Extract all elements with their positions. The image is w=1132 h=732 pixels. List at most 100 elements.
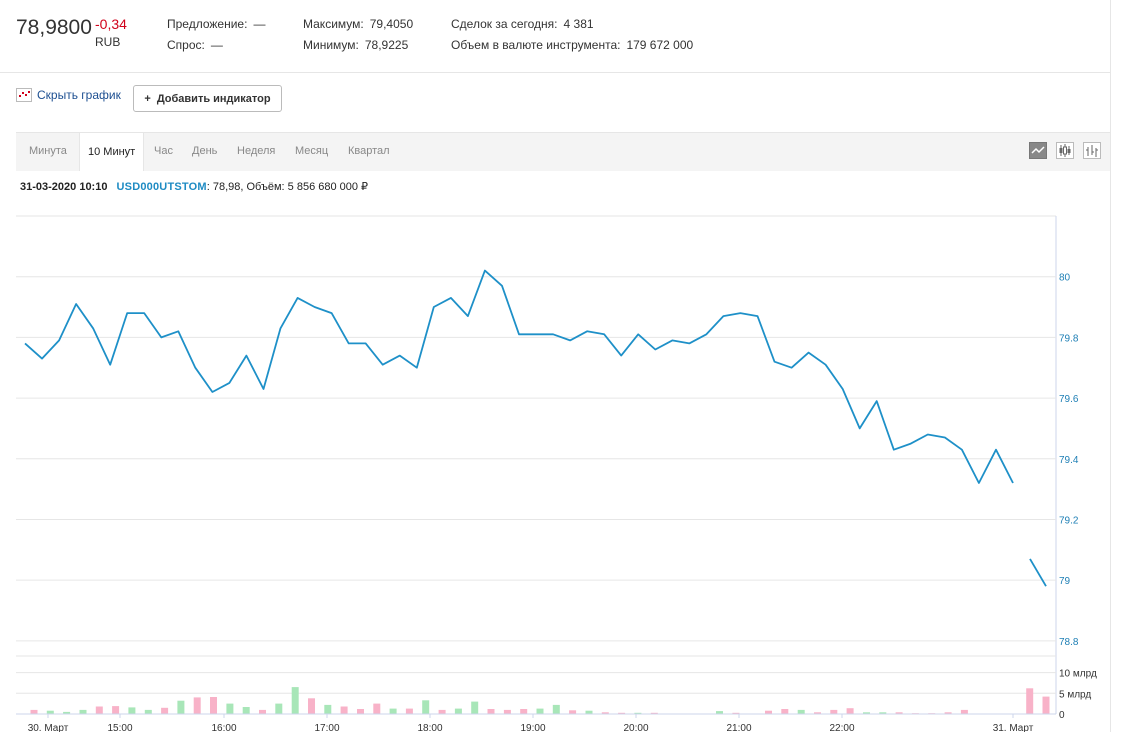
tab-quarter[interactable]: Квартал <box>348 145 390 157</box>
volume-bar <box>438 709 446 714</box>
volume-bar <box>226 703 234 714</box>
y-tick-label: 80 <box>1059 273 1071 284</box>
y-tick-label: 78.8 <box>1059 637 1079 648</box>
candlestick-icon[interactable] <box>1056 142 1074 159</box>
volume-bar <box>242 707 250 714</box>
volume-bar <box>552 704 560 714</box>
max-stat: Максимум: 79,4050 <box>303 17 413 31</box>
volume-bar <box>471 701 479 714</box>
volume-tick-label: 5 млрд <box>1059 689 1091 700</box>
volume-bar <box>177 700 185 714</box>
deals-stat: Сделок за сегодня: 4 381 <box>451 17 594 31</box>
volume-bar <box>960 709 968 714</box>
x-tick-label: 31. Март <box>993 723 1034 732</box>
deals-label: Сделок за сегодня: <box>451 17 558 31</box>
max-label: Максимум: <box>303 17 364 31</box>
deals-value: 4 381 <box>563 17 594 31</box>
volume-bar <box>128 707 136 714</box>
volume-bar <box>259 709 266 714</box>
volume-bar <box>797 709 805 714</box>
price-chart[interactable]: 78.8 79 79.2 79.4 79.6 79.8 80 0 5 млрд 10 млрд 30… <box>0 200 1110 732</box>
x-tick-label: 19:00 <box>520 723 545 732</box>
volume-bar <box>405 708 413 714</box>
panel-border <box>1110 0 1111 732</box>
info-datetime: 31-03-2020 10:10 <box>20 181 108 193</box>
volume-bar <box>422 700 430 714</box>
volume-bar <box>95 706 103 714</box>
line-chart-icon[interactable] <box>1029 142 1047 159</box>
price-line <box>24 269 1014 484</box>
volume-bar <box>340 706 348 714</box>
x-tick-label: 20:00 <box>623 723 648 732</box>
x-tick-label: 30. Март <box>28 723 69 732</box>
x-tick-label: 16:00 <box>211 723 236 732</box>
tab-hour[interactable]: Час <box>154 145 173 157</box>
ohlc-bars-icon[interactable] <box>1083 142 1101 159</box>
volume-stat: Объем в валюте инструмента: 179 672 000 <box>451 38 693 52</box>
offer-stat: Предложение: — <box>167 17 265 31</box>
add-indicator-label: Добавить индикатор <box>156 92 271 105</box>
interval-tabs: Минута 10 Минут Час День Неделя Месяц Кв… <box>16 132 1110 171</box>
max-value: 79,4050 <box>369 17 414 31</box>
volume-bar <box>1042 696 1050 714</box>
hide-chart-link[interactable]: Скрыть график <box>16 88 121 102</box>
bid-value: — <box>210 38 223 52</box>
bid-label: Спрос: <box>167 38 205 52</box>
volume-tick-label: 10 млрд <box>1059 669 1097 680</box>
volume-bar <box>193 697 201 714</box>
volume-bar <box>1026 688 1034 714</box>
volume-bar <box>275 703 283 714</box>
currency-label: RUB <box>95 35 121 49</box>
tab-week[interactable]: Неделя <box>237 145 275 157</box>
volume-bar <box>781 709 789 714</box>
volume-bar <box>210 697 217 714</box>
volume-bar <box>520 709 528 714</box>
volume-bar <box>308 698 315 714</box>
volume-bar <box>454 708 462 714</box>
bid-stat: Спрос: — <box>167 38 223 52</box>
volume-bar <box>291 687 299 714</box>
volume-bar <box>536 708 544 714</box>
offer-label: Предложение: <box>167 17 248 31</box>
y-tick-label: 79.4 <box>1059 455 1079 466</box>
tab-month[interactable]: Месяц <box>295 145 328 157</box>
volume-bar <box>846 708 854 714</box>
y-tick-label: 79.8 <box>1059 333 1079 344</box>
volume-bar <box>503 709 511 714</box>
min-value: 78,9225 <box>364 38 409 52</box>
price-line-segment <box>1029 558 1047 587</box>
offer-value: — <box>253 17 266 31</box>
volume-bar <box>324 704 332 714</box>
min-stat: Минимум: 78,9225 <box>303 38 408 52</box>
plus-icon: + <box>144 92 151 105</box>
y-tick-label: 79.6 <box>1059 394 1079 405</box>
volume-bar <box>30 709 38 714</box>
tab-minute[interactable]: Минута <box>29 145 67 157</box>
chart-icon <box>16 88 32 102</box>
info-details: : 78,98, Объём: 5 856 680 000 ₽ <box>206 181 369 193</box>
volume-bar <box>144 709 152 714</box>
tab-10-minutes[interactable]: 10 Минут <box>79 133 145 171</box>
volume-bar <box>830 709 838 714</box>
y-tick-label: 79.2 <box>1059 515 1079 526</box>
x-tick-label: 17:00 <box>314 723 339 732</box>
add-indicator-button[interactable]: + Добавить индикатор <box>133 85 282 112</box>
y-tick-label: 79 <box>1059 576 1071 587</box>
quote-header: 78,9800 -0,34 RUB Предложение: — Спрос: — … <box>0 0 1110 73</box>
volume-label: Объем в валюте инструмента: <box>451 38 621 52</box>
x-tick-label: 22:00 <box>829 723 854 732</box>
price-change: -0,34 <box>95 16 127 32</box>
tab-day[interactable]: День <box>192 145 217 157</box>
hide-chart-label: Скрыть график <box>37 88 121 102</box>
hover-info: 31-03-2020 10:10 USD000UTSTOM: 78,98, Об… <box>20 180 368 193</box>
volume-tick-label: 0 <box>1059 710 1065 721</box>
volume-value: 179 672 000 <box>626 38 694 52</box>
last-price: 78,9800 <box>16 16 92 39</box>
x-tick-label: 21:00 <box>726 723 751 732</box>
volume-bar <box>357 709 364 714</box>
volume-bar <box>79 709 87 714</box>
volume-bar <box>373 703 381 714</box>
volume-bar <box>112 706 120 714</box>
volume-bar <box>569 710 577 714</box>
x-tick-label: 18:00 <box>417 723 442 732</box>
